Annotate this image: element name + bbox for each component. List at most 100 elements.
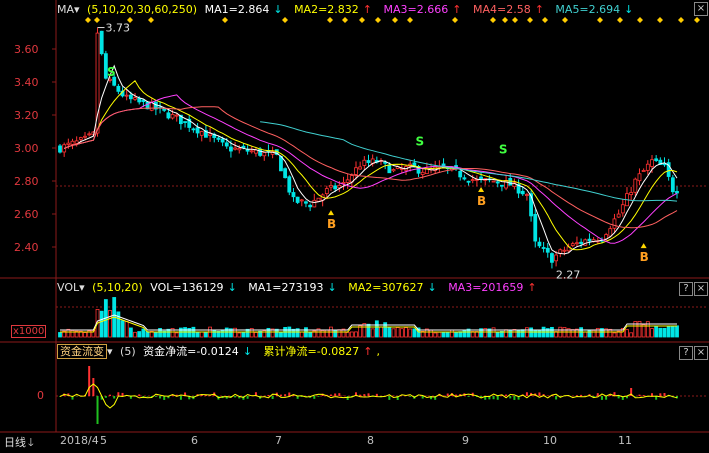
volume-bar <box>654 325 659 338</box>
candle-body <box>329 185 333 188</box>
fund-flow-bar <box>359 394 362 396</box>
volume-bar <box>220 329 225 338</box>
candle-body <box>670 177 675 193</box>
candle-body <box>208 133 212 136</box>
candle-body <box>612 218 617 229</box>
candle-body <box>83 135 87 138</box>
fund-flow-bar <box>446 393 449 396</box>
event-diamond-icon <box>148 17 154 23</box>
candle-body <box>58 145 62 153</box>
event-diamond-icon <box>637 17 643 23</box>
candle-body <box>391 169 396 172</box>
candle-body <box>491 180 496 183</box>
volume-bar <box>650 328 654 338</box>
candle-body <box>99 30 104 55</box>
buy-signal-marker: B <box>640 250 649 264</box>
candle-body <box>78 137 83 140</box>
fund-flow-bar <box>580 394 583 396</box>
fund-flow-bar <box>555 396 558 400</box>
sell-signal-marker: S <box>416 134 425 148</box>
event-diamond-icon <box>617 17 623 23</box>
fund-flow-bar <box>88 366 91 396</box>
volume-bar <box>399 328 404 338</box>
volume-bar <box>454 331 458 338</box>
volume-bar <box>133 331 137 338</box>
volume-bar <box>441 332 446 338</box>
candle-body <box>358 166 363 170</box>
volume-bar <box>324 329 329 338</box>
candle-body <box>654 158 659 161</box>
candle-body <box>308 204 313 208</box>
volume-bar <box>237 332 242 338</box>
fund-flow-bar <box>279 394 282 396</box>
event-diamond-icon <box>562 17 568 23</box>
candle-body <box>441 163 446 167</box>
sell-signal-marker: S <box>499 143 508 157</box>
fund-flow-bar <box>650 393 653 396</box>
volume-bar <box>137 331 142 338</box>
volume-bar <box>666 325 671 338</box>
volume-bar <box>495 331 500 338</box>
event-diamond-icon <box>342 17 348 23</box>
candle-body <box>183 121 187 123</box>
fund-flow-bar <box>179 396 182 400</box>
candle-body <box>66 142 71 145</box>
volume-bar <box>279 331 283 338</box>
candle-body <box>224 142 229 147</box>
buy-arrow-icon <box>640 243 647 249</box>
volume-bar <box>391 328 396 338</box>
candle-body <box>220 138 225 143</box>
candle-body <box>587 238 592 242</box>
candle-body <box>70 140 75 145</box>
fund-flow-bar <box>329 394 332 396</box>
fund-flow-bar <box>492 396 495 400</box>
event-diamond-icon <box>452 17 458 23</box>
candle-body <box>641 170 646 172</box>
fund-flow-bar <box>317 396 320 397</box>
candle-body <box>354 167 358 175</box>
candle-body <box>87 133 92 136</box>
candle-body <box>633 178 638 193</box>
fund-flow-bar <box>334 393 337 396</box>
volume-bar <box>612 332 617 338</box>
volume-bar <box>345 331 350 338</box>
candle-body <box>533 213 538 242</box>
candle-body <box>133 97 137 100</box>
candle-body <box>470 179 475 182</box>
event-diamond-icon <box>678 17 684 23</box>
candle-body <box>341 182 346 184</box>
fund-flow-bar <box>496 396 499 400</box>
fund-flow-bar <box>96 396 99 424</box>
volume-bar <box>178 327 183 338</box>
volume-bar <box>583 331 588 338</box>
fund-flow-bar <box>600 396 603 400</box>
fund-flow-bar <box>338 393 341 396</box>
volume-bar <box>362 323 367 338</box>
fund-flow-bar <box>288 392 291 396</box>
candle-body <box>166 112 171 119</box>
volume-bar <box>387 327 392 338</box>
volume-bar <box>449 329 454 338</box>
candle-body <box>295 196 300 203</box>
candle-body <box>312 199 317 208</box>
candle-body <box>258 148 263 156</box>
event-diamond-icon <box>512 17 518 23</box>
candle-body <box>629 192 634 195</box>
buy-signal-marker: B <box>327 217 336 231</box>
volume-bar <box>70 330 75 338</box>
candle-body <box>291 192 296 198</box>
candle-body <box>195 127 200 134</box>
candle-body <box>245 149 250 152</box>
fund-flow-bar <box>375 393 378 396</box>
candle-body <box>562 249 567 252</box>
volume-bar <box>212 329 217 338</box>
candle-body <box>525 194 529 196</box>
fund-flow-bar <box>104 396 107 398</box>
volume-bar <box>124 320 129 338</box>
fund-flow-bar <box>346 396 349 400</box>
fund-flow-bar <box>505 394 508 396</box>
candle-body <box>500 184 504 187</box>
event-diamond-icon <box>392 17 398 23</box>
candle-body <box>387 164 392 174</box>
stock-chart-canvas[interactable]: 3.73 2.27 S S S B B B <box>0 0 709 453</box>
